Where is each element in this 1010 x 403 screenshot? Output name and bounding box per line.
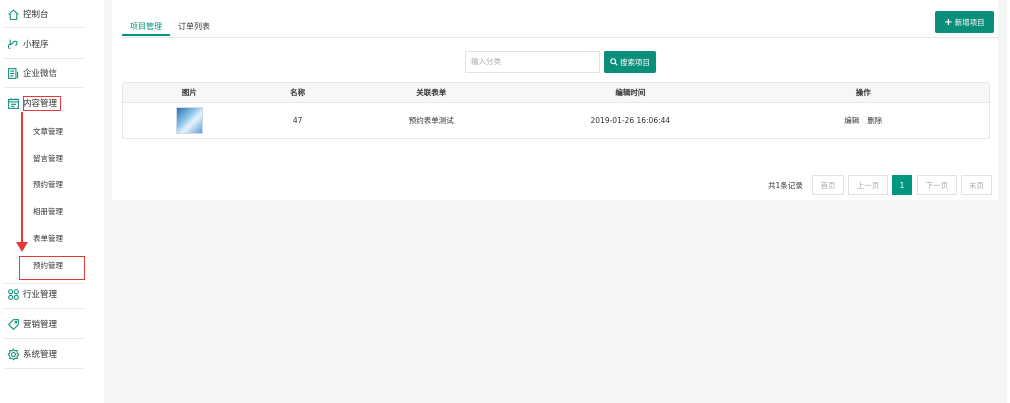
sub-item-forms[interactable]: 表单管理: [33, 233, 63, 245]
sidebar-item-label: 行业管理: [23, 290, 58, 300]
actions-cell: 编辑 删除: [738, 103, 989, 138]
document-icon: [6, 66, 20, 80]
column-header: 编辑时间: [615, 88, 646, 97]
annotation-box: [23, 96, 61, 111]
arrow-head-icon: [16, 242, 28, 252]
divider: [4, 58, 84, 59]
sidebar-item-label: 系统管理: [23, 350, 58, 360]
content-panel: 项目管理 订单列表 + 新增项目 输入分类 搜索项目 图片 名称 关联表单 编辑…: [112, 0, 998, 200]
sidebar-item-label: 企业微信: [23, 69, 58, 79]
sub-item-albums[interactable]: 相册管理: [33, 206, 63, 218]
tab-projects[interactable]: 项目管理: [122, 17, 170, 36]
column-header: 关联表单: [416, 88, 447, 97]
sidebar-item-label: 营销管理: [23, 320, 58, 330]
sidebar-item-dashboard[interactable]: 控制台: [6, 5, 49, 23]
calendar-icon: [6, 96, 20, 110]
divider: [4, 283, 84, 284]
miniprogram-icon: [6, 37, 20, 51]
sidebar-item-label: 控制台: [23, 10, 49, 20]
prev-page-button[interactable]: 上一页: [848, 175, 888, 195]
plus-icon: +: [944, 16, 953, 28]
add-project-label: 新增项目: [954, 17, 985, 27]
project-thumbnail: [175, 107, 203, 134]
search-button-label: 搜索项目: [620, 57, 650, 67]
gear-icon: [6, 347, 20, 361]
first-page-button[interactable]: 首页: [812, 175, 844, 195]
sidebar-item-wework[interactable]: 企业微信: [6, 64, 57, 82]
last-page-button[interactable]: 末页: [961, 175, 992, 195]
main-area: 项目管理 订单列表 + 新增项目 输入分类 搜索项目 图片 名称 关联表单 编辑…: [104, 0, 1007, 403]
sub-item-appointments[interactable]: 预约管理: [33, 179, 63, 191]
edit-link[interactable]: 编辑: [844, 115, 859, 126]
tab-orders[interactable]: 订单列表: [170, 17, 218, 36]
home-icon: [6, 7, 20, 21]
search-icon: [610, 58, 618, 66]
image-cell: [123, 103, 256, 138]
tag-icon: [6, 317, 20, 331]
search-input[interactable]: 输入分类: [465, 51, 600, 73]
add-project-button[interactable]: + 新增项目: [935, 11, 994, 33]
divider: [4, 338, 84, 339]
divider: [4, 308, 84, 309]
divider: [4, 87, 84, 88]
name-cell: 47: [292, 116, 303, 125]
sub-item-messages[interactable]: 留言管理: [33, 153, 63, 165]
next-page-button[interactable]: 下一页: [917, 175, 957, 195]
divider: [4, 368, 84, 369]
annotation-box: [19, 256, 85, 280]
table-row: 47 预约表单测试 2019-01-26 16:06:44 编辑 删除: [123, 103, 989, 138]
column-header: 名称: [290, 88, 306, 97]
tab-divider: [122, 37, 998, 38]
sidebar: 控制台 小程序 企业微信 内容管理 文章管理 留言管理 预约管理 相册管理 表单…: [0, 0, 104, 403]
column-header: 操作: [855, 88, 871, 97]
sidebar-item-label: 小程序: [23, 40, 49, 50]
annotation-arrow: [21, 112, 23, 245]
sidebar-item-marketing[interactable]: 营销管理: [6, 315, 57, 333]
current-page-button[interactable]: 1: [892, 175, 912, 195]
sidebar-item-system[interactable]: 系统管理: [6, 345, 57, 363]
edit-time-cell: 2019-01-26 16:06:44: [590, 116, 671, 125]
grid-icon: [6, 287, 20, 301]
divider: [4, 27, 84, 28]
form-cell: 预约表单测试: [408, 116, 454, 125]
column-header: 图片: [181, 88, 197, 97]
sidebar-item-miniprogram[interactable]: 小程序: [6, 35, 49, 53]
table-header: 图片 名称 关联表单 编辑时间 操作: [123, 83, 989, 103]
sub-item-articles[interactable]: 文章管理: [33, 126, 63, 138]
pagination: 共1条记录 首页 上一页 1 下一页 末页: [104, 175, 1007, 195]
total-records: 共1条记录: [768, 181, 803, 190]
project-table: 图片 名称 关联表单 编辑时间 操作 47 预约表单测试 2019-01-26 …: [122, 82, 990, 139]
delete-link[interactable]: 删除: [867, 115, 882, 126]
sidebar-item-industry[interactable]: 行业管理: [6, 285, 57, 303]
tab-bar: 项目管理 订单列表: [122, 17, 218, 37]
search-button[interactable]: 搜索项目: [604, 51, 656, 73]
